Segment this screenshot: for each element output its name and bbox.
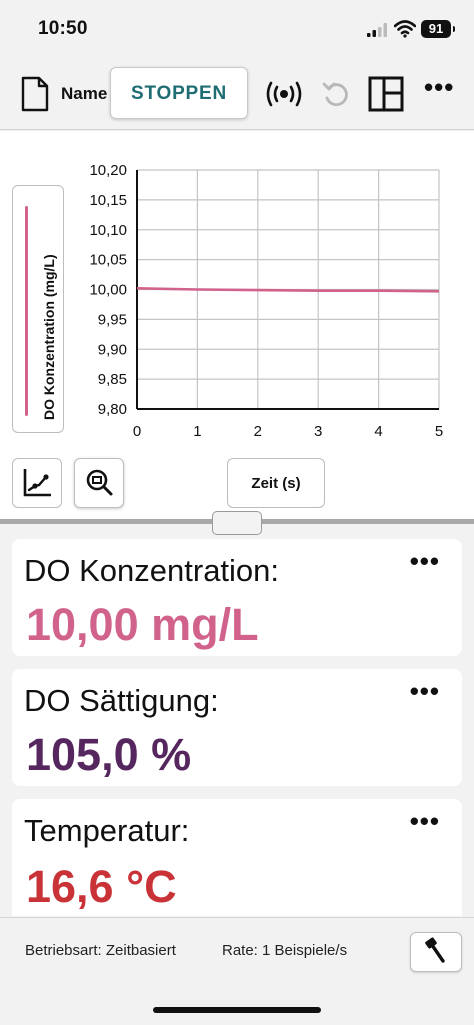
y-tick-label: 10,05 (89, 252, 127, 269)
y-axis-label: DO Konzentration (mg/L) (41, 254, 57, 420)
layout-icon[interactable] (368, 76, 404, 112)
more-icon[interactable]: ••• (424, 74, 453, 104)
zoom-fit-icon (86, 469, 113, 496)
x-tick-label: 3 (314, 423, 322, 440)
line-chart[interactable]: 0 1 2 3 4 5 10,20 10,15 10,10 10,05 10,00 9,95 9,90 9… (70, 161, 460, 451)
y-tick-label: 9,90 (98, 341, 127, 358)
wrench-icon (425, 937, 445, 963)
status-time: 10:50 (38, 18, 88, 39)
x-tick-label: 4 (374, 423, 382, 440)
wifi-icon (394, 20, 416, 38)
y-tick-label: 9,85 (98, 371, 127, 388)
toolbar: Name STOPPEN ••• (0, 60, 474, 130)
battery-icon: 91 (421, 20, 455, 38)
stop-button[interactable]: STOPPEN (110, 67, 248, 119)
more-icon[interactable]: ••• (410, 678, 440, 704)
meter-label: Temperatur: (24, 813, 190, 848)
meter-card-do-saturation[interactable]: DO Sättigung: ••• 105,0 % (12, 669, 462, 786)
graph-fit-button[interactable] (12, 458, 62, 508)
meter-value: 105,0 % (26, 729, 192, 780)
undo-icon[interactable] (321, 78, 351, 110)
x-axis-label-button[interactable]: Zeit (s) (227, 458, 325, 508)
graph-fit-icon (23, 469, 51, 497)
file-name-label[interactable]: Name (61, 84, 107, 104)
meter-label: DO Konzentration: (24, 553, 280, 588)
x-tick-label: 1 (193, 423, 201, 440)
document-icon[interactable] (20, 76, 50, 112)
y-tick-label: 10,00 (89, 282, 127, 299)
meter-value: 16,6 °C (26, 861, 177, 912)
meter-value: 10,00 mg/L (26, 599, 259, 650)
collection-mode-label[interactable]: Betriebsart: Zeitbasiert (25, 942, 176, 959)
x-tick-label: 0 (133, 423, 141, 440)
sensor-broadcast-icon[interactable] (264, 80, 304, 108)
y-axis-label-button[interactable]: DO Konzentration (mg/L) (12, 185, 64, 433)
x-tick-label: 5 (435, 423, 443, 440)
x-tick-label: 2 (254, 423, 262, 440)
y-tick-label: 10,15 (89, 192, 127, 209)
footer-bar: Betriebsart: Zeitbasiert Rate: 1 Beispie… (0, 917, 474, 1025)
meter-label: DO Sättigung: (24, 683, 219, 718)
home-indicator (153, 1007, 321, 1013)
y-tick-label: 10,20 (89, 162, 127, 179)
resize-handle[interactable] (212, 511, 262, 535)
y-tick-label: 9,80 (98, 401, 127, 418)
more-icon[interactable]: ••• (410, 548, 440, 574)
graph-panel: DO Konzentration (mg/L) 0 1 2 3 4 5 10,20 10,15… (0, 131, 474, 519)
more-icon[interactable]: ••• (410, 808, 440, 834)
series-color-swatch (25, 206, 28, 416)
meter-card-do-concentration[interactable]: DO Konzentration: ••• 10,00 mg/L (12, 539, 462, 656)
y-tick-label: 10,10 (89, 222, 127, 239)
sample-rate-label[interactable]: Rate: 1 Beispiele/s (222, 942, 347, 959)
cellular-signal-icon (367, 23, 387, 37)
tools-button[interactable] (410, 932, 462, 972)
meter-card-temperature[interactable]: Temperatur: ••• 16,6 °C (12, 799, 462, 916)
status-bar: 10:50 91 (0, 0, 474, 60)
y-tick-label: 9,95 (98, 311, 127, 328)
zoom-fit-button[interactable] (74, 458, 124, 508)
